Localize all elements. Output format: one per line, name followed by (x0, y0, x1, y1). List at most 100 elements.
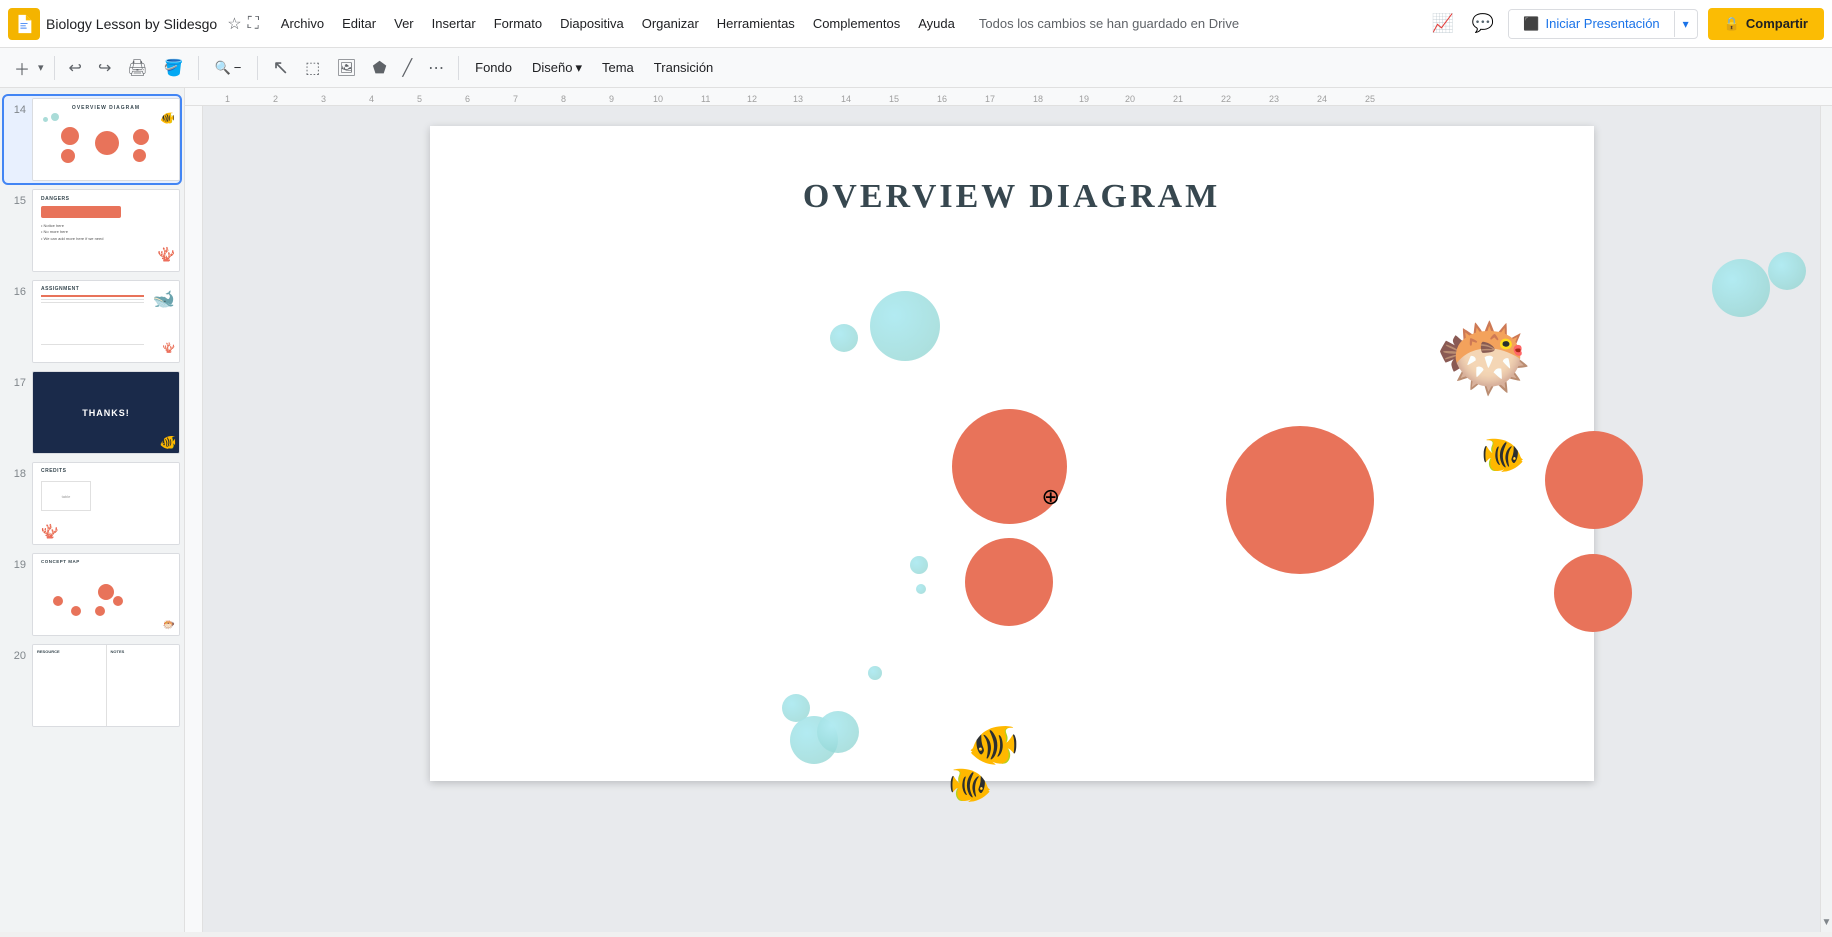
svg-text:21: 21 (1173, 94, 1183, 104)
svg-text:7: 7 (513, 94, 518, 104)
shapes-tool[interactable]: ⬟ (367, 54, 393, 82)
present-button-group: ⬛ Iniciar Presentación ▾ (1508, 9, 1697, 39)
slide-item-20[interactable]: 20 RESOURCE NOTES (4, 642, 180, 729)
menu-diapositiva[interactable]: Diapositiva (552, 12, 632, 35)
slide-item-17[interactable]: 17 THANKS! 🐠 (4, 369, 180, 456)
save-status: Todos los cambios se han guardado en Dri… (979, 16, 1422, 31)
star-icon[interactable]: ☆ (227, 14, 241, 34)
app-title: Biology Lesson by Slidesgo (46, 16, 217, 32)
menu-organizar[interactable]: Organizar (634, 12, 707, 35)
menu-herramientas[interactable]: Herramientas (709, 12, 803, 35)
svg-text:11: 11 (701, 94, 710, 104)
menu-formato[interactable]: Formato (486, 12, 550, 35)
bubble-midleft-2 (916, 584, 926, 594)
toolbar-sep-2 (198, 56, 199, 80)
diseno-button[interactable]: Diseño ▾ (524, 58, 590, 78)
slide-number-20: 20 (6, 650, 26, 662)
transicion-button[interactable]: Transición (646, 58, 721, 77)
menu-complementos[interactable]: Complementos (805, 12, 908, 35)
folder-icon[interactable]: ⛶ (248, 15, 259, 33)
line-tool[interactable]: ╱ (396, 54, 418, 82)
share-button[interactable]: 🔒 Compartir (1708, 8, 1824, 40)
more-tools[interactable]: ⋯ (422, 54, 450, 82)
circle-right-bottom[interactable] (1554, 554, 1632, 632)
slide-thumb-18: CREDITS table 🪸 (32, 462, 180, 545)
image-tool[interactable]: 🖼 (330, 54, 362, 82)
text-box-tool[interactable]: ⬚ (299, 54, 326, 82)
redo-button[interactable]: ↪ (92, 54, 117, 82)
slide-canvas[interactable]: OVERVIEW DIAGRAM (430, 126, 1594, 781)
svg-text:14: 14 (841, 94, 851, 104)
right-scrollbar[interactable]: ▼ (1820, 106, 1832, 932)
print-button[interactable]: 🖨 (121, 54, 153, 82)
slide-number-14: 14 (6, 104, 26, 116)
svg-text:10: 10 (653, 94, 663, 104)
circle-left-bottom[interactable] (965, 538, 1053, 626)
slide-canvas-area[interactable]: OVERVIEW DIAGRAM (203, 106, 1820, 932)
header-right: 📈 💬 ⬛ Iniciar Presentación ▾ 🔒 Compartir (1427, 8, 1824, 40)
slide-main-title: OVERVIEW DIAGRAM (803, 178, 1220, 216)
circle-center[interactable] (1226, 426, 1374, 574)
cursor-tool[interactable]: ↖ (266, 51, 295, 84)
slide-thumb-16: ASSIGNMENT 🐋 🪸 (32, 280, 180, 363)
slide-thumb-15: DANGERS • Notice here • No more here • W… (32, 189, 180, 272)
svg-text:25: 25 (1365, 94, 1375, 104)
svg-text:19: 19 (1079, 94, 1089, 104)
svg-text:1: 1 (225, 94, 230, 104)
slide-item-18[interactable]: 18 CREDITS table 🪸 (4, 460, 180, 547)
menu-archivo[interactable]: Archivo (273, 12, 332, 35)
add-button[interactable]: ＋ (8, 52, 36, 84)
zoom-value: − (234, 60, 242, 75)
slide-item-14[interactable]: 14 OVERVIEW DIAGRAM 🐠 (4, 96, 180, 183)
bubble-topright-2 (1768, 252, 1806, 290)
tropical-fish-large: 🐡 (1434, 311, 1534, 405)
fondo-button[interactable]: Fondo (467, 58, 520, 77)
svg-text:17: 17 (985, 94, 995, 104)
main-area: 14 OVERVIEW DIAGRAM 🐠 (0, 88, 1832, 932)
bubble-midleft-1 (910, 556, 928, 574)
scroll-down-arrow[interactable]: ▼ (1822, 917, 1832, 928)
ruler-area: 123 456 789 101112 131415 161718 192021 … (185, 88, 1832, 932)
comments-icon[interactable]: 💬 (1468, 9, 1498, 38)
bubble-bottomleft-dot (868, 666, 882, 680)
app-logo (8, 8, 40, 40)
svg-text:8: 8 (561, 94, 566, 104)
toolbar-sep-3 (257, 56, 258, 80)
svg-text:20: 20 (1125, 94, 1135, 104)
svg-text:13: 13 (793, 94, 803, 104)
bubble-topright-1 (1712, 259, 1770, 317)
menu-ver[interactable]: Ver (386, 12, 422, 35)
vertical-ruler (185, 106, 203, 932)
lock-icon: 🔒 (1724, 16, 1740, 32)
menu-editar[interactable]: Editar (334, 12, 384, 35)
present-dropdown-button[interactable]: ▾ (1674, 11, 1697, 37)
slide-number-16: 16 (6, 286, 26, 298)
slide-number-17: 17 (6, 377, 26, 389)
trends-icon[interactable]: 📈 (1427, 9, 1457, 38)
slide-item-19[interactable]: 19 CONCEPT MAP 🐡 (4, 551, 180, 638)
svg-text:6: 6 (465, 94, 470, 104)
zoom-icon: 🔍 (215, 60, 231, 76)
present-main-button[interactable]: ⬛ Iniciar Presentación (1509, 10, 1673, 38)
circle-right-top[interactable] (1545, 431, 1643, 529)
tema-button[interactable]: Tema (594, 58, 642, 77)
menu-ayuda[interactable]: Ayuda (910, 12, 963, 35)
slide-item-16[interactable]: 16 ASSIGNMENT 🐋 🪸 (4, 278, 180, 365)
zoom-control[interactable]: 🔍 − (207, 58, 250, 78)
svg-text:15: 15 (889, 94, 899, 104)
svg-text:9: 9 (609, 94, 614, 104)
slide-thumb-14: OVERVIEW DIAGRAM 🐠 (32, 98, 180, 181)
slide-item-15[interactable]: 15 DANGERS • Notice here • No more here … (4, 187, 180, 274)
slide-panel: 14 OVERVIEW DIAGRAM 🐠 (0, 88, 185, 932)
present-label: Iniciar Presentación (1545, 16, 1659, 31)
present-icon: ⬛ (1523, 16, 1539, 32)
paint-format-button[interactable]: 🪣 (158, 54, 190, 82)
diseno-arrow: ▾ (575, 60, 582, 76)
undo-button[interactable]: ↩ (63, 54, 88, 82)
menu-insertar[interactable]: Insertar (424, 12, 484, 35)
slide-thumb-19: CONCEPT MAP 🐡 (32, 553, 180, 636)
svg-text:18: 18 (1033, 94, 1043, 104)
tropical-fish-small: 🐠 (1481, 434, 1526, 476)
circle-left-top[interactable] (952, 409, 1067, 524)
clownfish-1: 🐠 (968, 721, 1020, 770)
